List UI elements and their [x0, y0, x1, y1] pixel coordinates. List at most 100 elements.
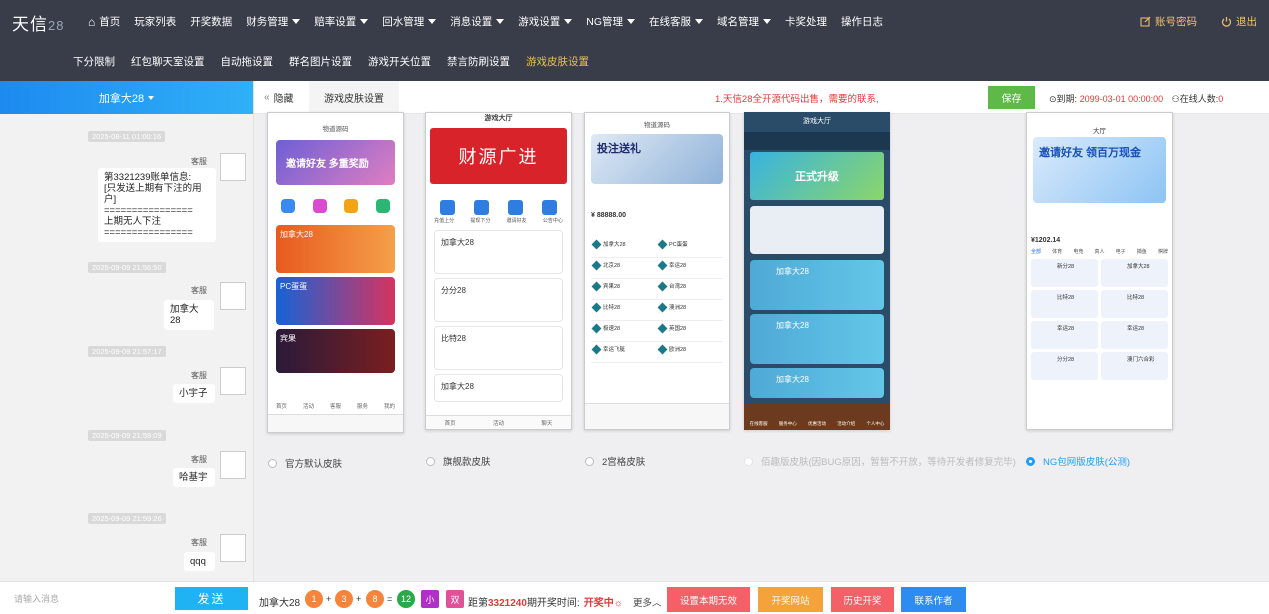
top-navbar: 天信28 ⌂ 首页 玩家列表 开奖数据 财务管理 赔率设置 回水管理 消息设置 游戏设置 NG管理… — [0, 0, 1269, 81]
preview-tabbar: 在线客服 服务中心 优惠活动 活动介绍 个人中心 — [744, 404, 890, 430]
menu-item-8[interactable]: NG管理 — [586, 14, 635, 29]
card-title: 加拿大28 — [776, 375, 809, 384]
expire-label: 到期: — [1056, 94, 1078, 104]
game-card: 加拿大28 — [276, 225, 395, 273]
submenu-item-4[interactable]: 游戏开关位置 — [368, 54, 431, 69]
submenu-item-3[interactable]: 群名图片设置 — [289, 54, 352, 69]
game-row-label: 加拿大28 — [603, 242, 626, 248]
avatar[interactable] — [220, 367, 246, 395]
submenu-item-2[interactable]: 自动拖设置 — [221, 54, 274, 69]
game-row: 英国28 — [657, 321, 723, 342]
message-bubble: 哈基宇 — [173, 468, 215, 487]
issue-info: 距第3321240期开奖时间: 开奖中☼ — [468, 594, 623, 609]
preview-tab: 优惠活动 — [807, 421, 826, 426]
preview-balance: ¥1202.14 — [1031, 237, 1061, 244]
game-icon — [657, 344, 668, 355]
submenu-item-6[interactable]: 游戏皮肤设置 — [526, 54, 589, 69]
skin-preview-baiqu[interactable]: 游戏大厅 正式升级 加拿大28 加拿大28 加拿大28 在线客服 服务中心 优惠活动… — [744, 112, 890, 430]
game-tile: 比特28 — [1031, 290, 1098, 318]
avatar[interactable] — [220, 534, 246, 562]
game-row-label: 幸运28 — [669, 263, 687, 269]
expire-date: 2099-03-01 00:00:00 — [1079, 94, 1164, 104]
draw-website-button[interactable]: 开奖网站 — [758, 587, 823, 612]
skin-preview-flagship[interactable]: 游戏大厅 财源广进 充值上分 提现下分 邀请好友 公告中心 加拿大28 分分28 比特… — [425, 112, 572, 430]
caret-down-icon — [496, 19, 505, 24]
preview-tab: 服务 — [356, 404, 368, 410]
history-draw-button[interactable]: 历史开奖 — [831, 587, 894, 612]
expiry-info: ⊙到期: 2099-03-01 00:00:00 ⚇在线人数:0 — [1049, 92, 1223, 105]
chat-panel: 加拿大28 2025-08-11 01:00:16 客服 第3321239账单信息:… — [0, 81, 254, 614]
tab-skin-settings[interactable]: 游戏皮肤设置 — [309, 81, 399, 114]
hide-label: 隐藏 — [273, 94, 294, 105]
preview-menu — [272, 199, 399, 213]
avatar[interactable] — [220, 451, 246, 479]
menu-item-7[interactable]: 游戏设置 — [518, 14, 573, 29]
category-tab: 电子 — [1115, 249, 1126, 255]
game-selector-label: 加拿大28 — [98, 92, 145, 105]
logo-sub: 28 — [48, 18, 65, 33]
preview-navbar — [585, 403, 729, 429]
skin-option-2grid[interactable]: 2宫格皮肤 — [585, 454, 645, 468]
send-button[interactable]: 发送 — [175, 587, 248, 610]
game-icon — [591, 344, 602, 355]
preview-tab: 个人中心 — [866, 421, 885, 426]
skin-option-default[interactable]: 官方默认皮肤 — [268, 456, 342, 470]
sub-menu: 下分限制 红包聊天室设置 自动拖设置 群名图片设置 游戏开关位置 禁言防刷设置 游戏皮肤设置 — [73, 54, 605, 69]
contact-author-button[interactable]: 联系作者 — [901, 587, 966, 612]
user-icon: ⚇ — [1171, 94, 1180, 104]
menu-item-12[interactable]: 操作日志 — [841, 14, 883, 29]
chat-messages[interactable]: 2025-08-11 01:00:16 客服 第3321239账单信息: [只发送上… — [0, 114, 253, 580]
menu-item-6[interactable]: 消息设置 — [450, 14, 505, 29]
menu-item-10[interactable]: 域名管理 — [717, 14, 771, 29]
hide-toggle[interactable]: «隐藏 — [264, 81, 294, 114]
preview-tab: 首页 — [275, 404, 287, 410]
category-tab: 全部 — [1031, 249, 1042, 255]
menu-item-0[interactable]: ⌂ 首页 — [88, 14, 120, 29]
menu-item-1[interactable]: 玩家列表 — [134, 14, 176, 29]
current-game: 加拿大28 — [259, 598, 301, 609]
skin-option-ng[interactable]: NG包网版皮肤(公测) — [1026, 454, 1130, 468]
game-card: 加拿大28 — [750, 368, 884, 398]
skin-gallery: 物道源码 邀请好友 多重奖励 加拿大28 PC蛋蛋 宾果 首页 活动 客服 服务 我的 … — [254, 112, 1269, 581]
game-card: 宾果 — [276, 329, 395, 373]
avatar[interactable] — [220, 153, 246, 181]
more-toggle[interactable]: 更多︿ — [633, 595, 662, 609]
logout-link[interactable]: 退出 — [1221, 14, 1257, 29]
menu-item-9[interactable]: 在线客服 — [649, 14, 703, 29]
game-icon — [591, 323, 602, 334]
menu-item-2[interactable]: 开奖数据 — [190, 14, 232, 29]
submenu-item-1[interactable]: 红包聊天室设置 — [131, 54, 205, 69]
menu-item-3[interactable]: 财务管理 — [246, 14, 301, 29]
avatar[interactable] — [220, 282, 246, 310]
game-selector[interactable]: 加拿大28 — [0, 81, 253, 114]
card-title: 加拿大28 — [776, 267, 809, 276]
app-logo[interactable]: 天信28 — [12, 10, 64, 35]
game-icon — [591, 239, 602, 250]
preview-tab: 客服 — [329, 404, 341, 410]
game-tile-label: 比特28 — [1127, 295, 1145, 301]
skin-option-flagship[interactable]: 旗舰款皮肤 — [426, 454, 491, 468]
save-button[interactable]: 保存 — [988, 86, 1035, 109]
menu-item-11[interactable]: 卡奖处理 — [785, 14, 827, 29]
preview-header: 物道源码 — [644, 122, 670, 129]
preview-tabbar: 首页 活动 聊天 — [426, 415, 571, 429]
skin-preview-ng[interactable]: 大厅 邀请好友 领百万现金 ¥1202.14 全部 体育 电竞 真人 电子 捕鱼 棋牌 新分… — [1026, 112, 1173, 430]
issue-suffix: 期开奖时间: — [526, 598, 580, 609]
menu-item-4[interactable]: 赔率设置 — [314, 14, 369, 29]
invalidate-draw-button[interactable]: 设置本期无效 — [667, 587, 750, 612]
game-grid: 新分28 加拿大28 比特28 比特28 幸运28 幸运28 分分28 澳门六合彩 — [1031, 259, 1168, 380]
submenu-item-0[interactable]: 下分限制 — [73, 54, 115, 69]
skin-preview-2grid[interactable]: 物道源码 投注送礼 ¥ 88888.00 加拿大28 PC蛋蛋 北京28 幸运28 宾果… — [584, 112, 730, 430]
menu-item-5[interactable]: 回水管理 — [382, 14, 437, 29]
game-icon — [591, 260, 602, 271]
game-icon — [591, 302, 602, 313]
submenu-item-5[interactable]: 禁言防刷设置 — [447, 54, 510, 69]
skin-preview-default[interactable]: 物道源码 邀请好友 多重奖励 加拿大28 PC蛋蛋 宾果 首页 活动 客服 服务 我的 — [267, 112, 404, 433]
issue-number: 3321240 — [488, 598, 527, 609]
message-input[interactable]: 请输入消息 — [14, 592, 59, 605]
menu-item-label: NG管理 — [586, 16, 623, 28]
account-password-link[interactable]: 账号密码 — [1140, 14, 1197, 29]
plus-sign: + — [326, 594, 332, 604]
menu-item-label: 消息设置 — [450, 16, 493, 28]
preview-marquee — [744, 132, 890, 150]
